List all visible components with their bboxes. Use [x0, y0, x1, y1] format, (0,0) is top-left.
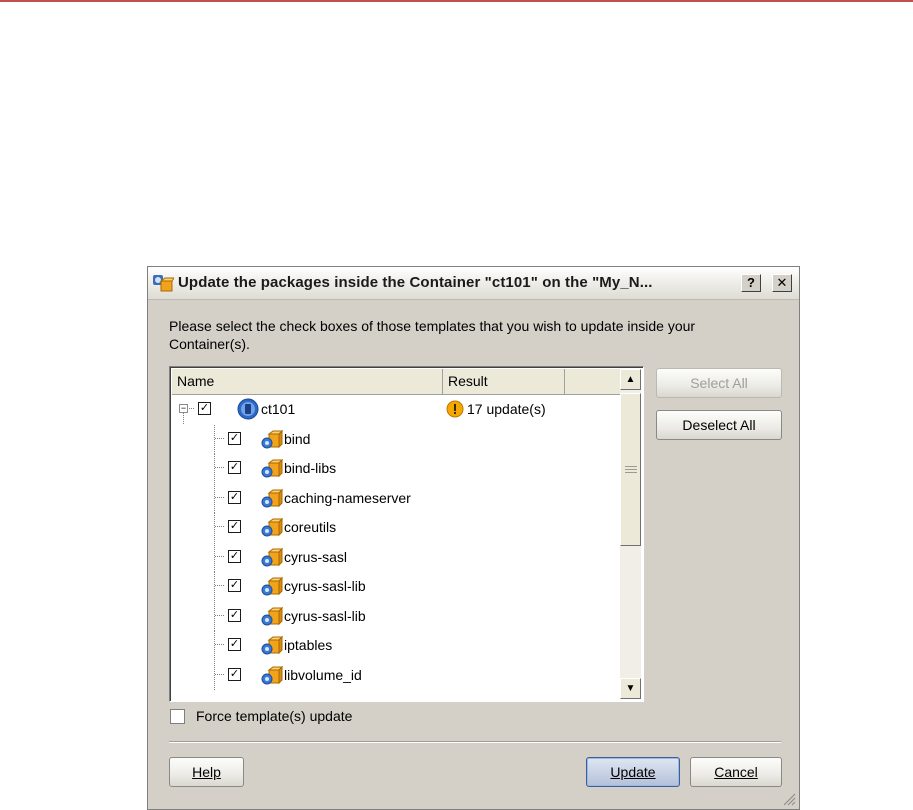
package-label: cyrus-sasl-lib — [284, 578, 366, 594]
page-top-rule — [0, 0, 913, 2]
force-update-label[interactable]: Force template(s) update — [196, 708, 352, 724]
resize-grip-icon[interactable] — [782, 792, 796, 806]
warning-icon — [446, 400, 464, 418]
tree-row-package[interactable]: ✓ cyrus-sasl-lib — [170, 572, 619, 602]
package-checkbox[interactable]: ✓ — [228, 579, 241, 592]
tree-connector — [214, 483, 224, 514]
tree-connector — [214, 454, 224, 484]
package-icon — [261, 429, 283, 448]
update-button[interactable]: Update — [586, 757, 680, 787]
tree-connector — [214, 660, 224, 691]
column-header-result[interactable]: Result — [443, 369, 565, 395]
package-checkbox[interactable]: ✓ — [228, 461, 241, 474]
column-header-empty — [565, 369, 621, 395]
cancel-button[interactable]: Cancel — [690, 757, 782, 787]
tree-row-package[interactable]: ✓ iptables — [170, 631, 619, 661]
tree-row-package[interactable]: ✓ libvolume_id — [170, 660, 619, 691]
package-icon — [261, 547, 283, 566]
tree-connector — [214, 631, 224, 661]
package-checkbox[interactable]: ✓ — [228, 490, 241, 504]
package-icon — [261, 458, 283, 478]
help-button[interactable]: Help — [169, 757, 244, 787]
package-icon — [261, 576, 283, 596]
package-checkbox[interactable]: ✓ — [228, 431, 241, 445]
scroll-down-arrow-icon[interactable]: ▼ — [620, 678, 641, 699]
package-icon — [261, 488, 283, 507]
package-label: cyrus-sasl — [284, 548, 348, 565]
package-checkbox[interactable]: ✓ — [228, 520, 241, 533]
tree-row-package[interactable]: ✓ coreutils — [170, 513, 619, 543]
package-label: libvolume_id — [284, 666, 362, 683]
package-label: bind — [284, 430, 311, 447]
help-button-label: Help — [192, 764, 221, 780]
tree-connector — [214, 542, 224, 573]
column-header-name[interactable]: Name — [172, 369, 443, 395]
titlebar-close-button[interactable]: ✕ — [772, 274, 792, 292]
deselect-all-button[interactable]: Deselect All — [656, 410, 782, 440]
tree-connector — [214, 513, 224, 543]
container-result: 17 update(s) — [467, 401, 546, 417]
tree-row-package[interactable]: ✓ bind-libs — [170, 454, 619, 484]
package-label: cyrus-sasl-lib — [284, 607, 366, 624]
tree-vertical-scrollbar[interactable]: ▲ ▼ — [620, 369, 641, 699]
instructions-text: Please select the check boxes of those t… — [169, 318, 696, 352]
package-icon — [261, 606, 283, 625]
update-packages-dialog: Update the packages inside the Container… — [147, 266, 800, 810]
package-checkbox[interactable]: ✓ — [228, 608, 241, 622]
footer-separator — [169, 741, 781, 743]
titlebar-help-button[interactable]: ? — [741, 274, 761, 292]
dialog-titlebar[interactable]: Update the packages inside the Container… — [148, 267, 799, 300]
package-checkbox[interactable]: ✓ — [228, 667, 241, 681]
package-label: coreutils — [284, 519, 337, 535]
tree-connector — [214, 572, 224, 602]
package-checkbox[interactable]: ✓ — [228, 638, 241, 651]
container-icon — [237, 398, 259, 420]
tree-row-package[interactable]: ✓ cyrus-sasl — [170, 542, 619, 573]
tree-connector — [214, 601, 224, 632]
force-update-checkbox[interactable] — [170, 709, 185, 724]
package-label: bind-libs — [284, 460, 337, 476]
package-icon — [261, 635, 283, 655]
package-icon — [261, 665, 283, 684]
package-label: caching-nameserver — [284, 489, 411, 506]
update-button-label: Update — [610, 764, 656, 780]
tree-row-package[interactable]: ✓ caching-nameserver — [170, 483, 619, 514]
tree-header: Name Result — [172, 369, 621, 395]
cancel-button-label: Cancel — [714, 764, 758, 780]
tree-connector — [214, 424, 224, 455]
dialog-title: Update the packages inside the Container… — [178, 274, 653, 291]
packages-update-icon — [153, 275, 174, 292]
package-checkbox[interactable]: ✓ — [228, 549, 241, 563]
tree-rows: − ✓ ct101 17 update(s) ✓ bind ✓ bind-lib… — [170, 395, 619, 691]
scroll-up-arrow-icon[interactable]: ▲ — [620, 369, 641, 390]
package-icon — [261, 517, 283, 537]
container-checkbox[interactable]: ✓ — [198, 402, 211, 415]
select-all-button[interactable]: Select All — [656, 368, 782, 398]
templates-tree[interactable]: Name Result − ✓ ct101 17 update(s) ✓ bin… — [169, 366, 644, 702]
scroll-thumb[interactable] — [620, 393, 641, 546]
tree-row-container[interactable]: − ✓ ct101 17 update(s) — [170, 395, 619, 425]
package-label: iptables — [284, 637, 333, 653]
tree-row-package[interactable]: ✓ cyrus-sasl-lib — [170, 601, 619, 632]
container-label: ct101 — [261, 401, 296, 417]
tree-row-package[interactable]: ✓ bind — [170, 424, 619, 455]
